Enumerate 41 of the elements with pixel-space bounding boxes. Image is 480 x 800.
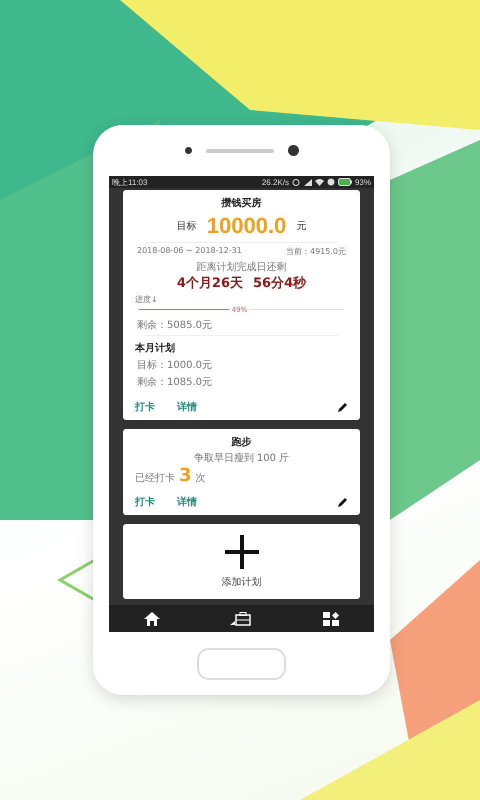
network-speed: 26.2K/s <box>262 178 289 186</box>
current-amount: 当前：4915.0元 <box>286 246 346 257</box>
unit-label: 元 <box>296 220 306 233</box>
speaker-icon <box>206 148 274 152</box>
camera-icon <box>288 145 298 156</box>
plan-title: 跑步 <box>230 436 252 449</box>
remaining-amount: 剩余：5085.0元 <box>136 319 213 332</box>
plus-icon <box>224 534 258 568</box>
status-time: 晚上11:03 <box>112 176 148 188</box>
signal-icon <box>302 178 312 186</box>
checkin-count: 3 <box>179 465 192 486</box>
month-plan-title: 本月计划 <box>135 342 176 355</box>
target-label: 目标 <box>176 220 197 233</box>
battery-level: 93% <box>354 178 371 186</box>
countdown-label: 距离计划完成日还剩 <box>196 260 288 274</box>
action-link[interactable]: 打卡 <box>135 495 155 509</box>
target-amount: 10000.0 <box>206 213 286 239</box>
sensor-icon <box>184 147 192 154</box>
month-remaining: 剩余：1085.0元 <box>136 376 213 389</box>
checkin-label: 已经打卡 <box>135 472 175 485</box>
countdown-text: 56分4秒 <box>253 275 306 292</box>
battery-icon <box>338 178 352 186</box>
grid-icon[interactable] <box>322 612 339 626</box>
action-link[interactable]: 详情 <box>177 400 197 414</box>
count-unit: 次 <box>196 472 206 485</box>
add-plan-card[interactable]: 添加计划 <box>123 524 360 599</box>
action-link[interactable]: 详情 <box>177 495 197 509</box>
alarm-icon <box>292 178 300 186</box>
pencil-icon[interactable] <box>337 496 348 508</box>
date-range: 2018-08-06 ~ 2018-12-31 <box>137 246 242 257</box>
progress-label: 进度↓ <box>135 294 159 305</box>
countdown-text: 4个月26天 <box>176 275 243 292</box>
month-target: 目标：1000.0元 <box>136 358 213 372</box>
wifi-icon <box>314 178 324 186</box>
add-plan-label: 添加计划 <box>222 576 262 588</box>
plan-title: 攒钱买房 <box>220 196 262 210</box>
action-link[interactable]: 打卡 <box>135 400 155 414</box>
briefcase-icon[interactable] <box>230 612 252 626</box>
plan-goal: 争取早日瘦到 100 斤 <box>192 452 290 465</box>
pencil-icon[interactable] <box>337 402 348 412</box>
home-icon[interactable] <box>144 612 160 626</box>
